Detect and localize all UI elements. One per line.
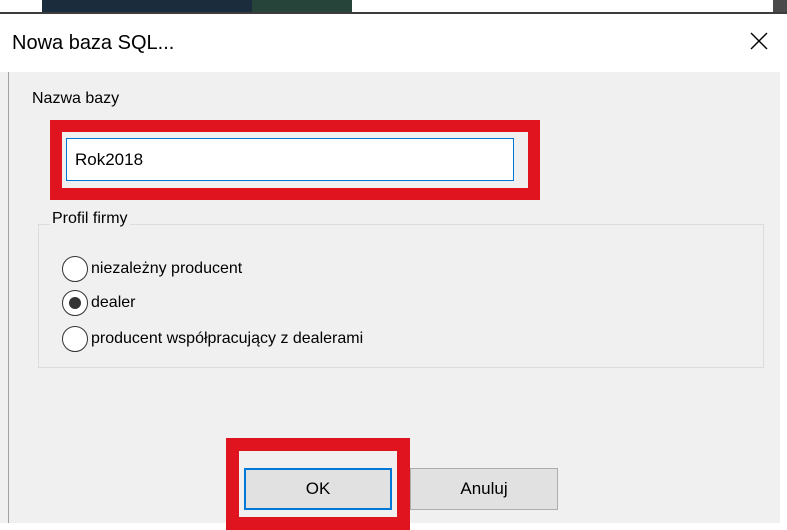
company-profile-legend: Profil firmy (50, 210, 130, 228)
cancel-button[interactable]: Anuluj (410, 468, 558, 510)
background-window-strip (0, 0, 787, 14)
close-button[interactable] (742, 22, 776, 60)
radio-dealer[interactable]: dealer (62, 290, 135, 316)
radio-cooperating-producer[interactable]: producent współpracujący z dealerami (62, 326, 363, 352)
radio-checked-icon (62, 290, 88, 316)
radio-label: producent współpracujący z dealerami (91, 330, 364, 347)
dialog-title: Nowa baza SQL... (12, 32, 175, 54)
highlight-ok-button (226, 438, 410, 530)
highlight-database-name (50, 120, 540, 200)
radio-label: niezależny producent (91, 260, 243, 277)
radio-unchecked-icon (62, 256, 88, 282)
title-bar: Nowa baza SQL... (0, 14, 780, 72)
close-icon (750, 32, 768, 50)
radio-unchecked-icon (62, 326, 88, 352)
radio-independent-producer[interactable]: niezależny producent (62, 256, 242, 282)
radio-label: dealer (91, 294, 136, 311)
database-name-label: Nazwa bazy (32, 90, 120, 107)
